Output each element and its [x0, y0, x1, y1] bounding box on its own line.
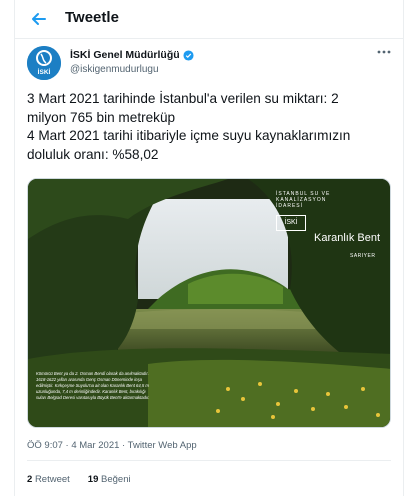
verified-badge-icon — [183, 49, 194, 61]
brand-logo-icon: İSKİ — [276, 215, 306, 231]
tweet-line: 3 Mart 2021 tarihinde İstanbul'a verilen… — [27, 91, 339, 106]
divider — [27, 460, 391, 461]
author-name[interactable]: İSKİ Genel Müdürlüğü — [70, 49, 180, 61]
photo-location: SARIYER — [350, 253, 376, 259]
retweet-stat[interactable]: 2 Retweet — [27, 474, 70, 485]
like-label: Beğeni — [101, 474, 131, 485]
photo-title: Karanlık Bent — [314, 232, 381, 244]
iski-logo-icon: İSKİ — [27, 46, 61, 80]
photo-caption: Kömürcü Bent ya da 2. Osman Bendi olarak… — [36, 371, 150, 400]
retweet-label: Retweet — [34, 474, 70, 485]
avatar-text: İSKİ — [38, 68, 51, 76]
tweet-line: doluluk oranı: %58,02 — [27, 146, 159, 162]
tweet-line: milyon 765 bin metreküp — [27, 109, 176, 125]
page-header: Tweetle — [15, 0, 403, 39]
retweet-count: 2 — [27, 474, 33, 485]
tweet-stats: 2 Retweet 19 Beğeni — [27, 474, 131, 485]
brand-subtitle: İSTANBUL SU VE KANALİZASYON İDARESİ — [276, 191, 331, 209]
tweet-line: 4 Mart 2021 tarihi itibariyle içme suyu … — [27, 128, 351, 143]
avatar[interactable]: İSKİ — [27, 46, 61, 80]
tweet-page: Tweetle İSKİ İSKİ Genel Müdürlüğü @iskig… — [14, 0, 404, 496]
tweet-timestamp[interactable]: ÖÖ 9:07 · 4 Mar 2021 · Twitter Web App — [27, 440, 197, 451]
page-title: Tweetle — [65, 9, 119, 26]
tweet-text: 3 Mart 2021 tarihinde İstanbul'a verilen… — [27, 90, 397, 164]
like-stat[interactable]: 19 Beğeni — [88, 474, 131, 485]
author-name-row[interactable]: İSKİ Genel Müdürlüğü — [70, 49, 194, 61]
like-count: 19 — [87, 474, 99, 485]
author-handle[interactable]: @iskigenmudurlugu — [70, 64, 159, 75]
more-options-icon[interactable] — [377, 50, 391, 54]
tweet-photo[interactable]: İSTANBUL SU VE KANALİZASYON İDARESİ İSKİ… — [27, 178, 391, 428]
back-arrow-icon[interactable] — [29, 9, 49, 29]
